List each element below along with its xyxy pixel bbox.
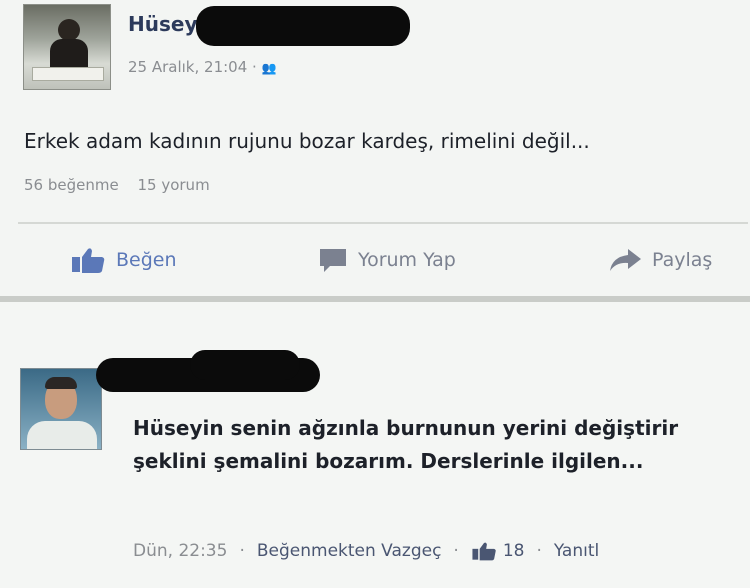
comment-card: Hüseyin senin ağzınla burnunun yerini de…	[0, 302, 750, 588]
thumbs-up-icon	[70, 246, 106, 274]
unlike-button[interactable]: Beğenmekten Vazgeç	[257, 541, 442, 561]
share-arrow-icon	[608, 246, 642, 274]
post-meta: 25 Aralık, 21:04 · 👥	[128, 58, 277, 76]
post-actions: Beğen Yorum Yap Paylaş	[0, 238, 750, 282]
thumbs-up-icon	[472, 542, 496, 561]
like-label: Beğen	[116, 249, 177, 271]
comment-like-number: 18	[502, 541, 525, 561]
friends-icon[interactable]: 👥	[262, 61, 277, 75]
speech-bubble-icon	[318, 246, 348, 274]
divider	[18, 222, 748, 224]
commenter-avatar[interactable]	[20, 368, 102, 450]
like-count[interactable]: 56 beğenme	[24, 176, 119, 194]
comment-text: Hüseyin senin ağzınla burnunun yerini de…	[133, 416, 679, 473]
post-stats: 56 beğenme 15 yorum	[24, 176, 210, 194]
meta-dot: ·	[536, 541, 542, 561]
reply-button[interactable]: Yanıtl	[554, 541, 599, 561]
comment-timestamp[interactable]: Dün, 22:35	[133, 541, 227, 561]
meta-dot: ·	[239, 541, 245, 561]
post-timestamp[interactable]: 25 Aralık, 21:04	[128, 58, 247, 76]
comment-count[interactable]: 15 yorum	[137, 176, 209, 194]
post-text: Erkek adam kadının rujunu bozar kardeş, …	[24, 129, 590, 153]
comment-like-count[interactable]: 18	[471, 540, 525, 562]
like-button[interactable]: Beğen	[70, 238, 177, 282]
author-name[interactable]: Hüseyi	[128, 12, 204, 36]
comment-label: Yorum Yap	[358, 249, 456, 271]
avatar-table	[32, 67, 104, 81]
meta-separator: ·	[252, 58, 262, 76]
name-redaction	[196, 6, 410, 46]
commenter-name-redaction-2	[190, 350, 300, 380]
post-card: Hüseyi 25 Aralık, 21:04 · 👥 Erkek adam k…	[0, 0, 750, 296]
comment-button[interactable]: Yorum Yap	[318, 238, 456, 282]
author-avatar[interactable]	[23, 4, 111, 90]
meta-dot: ·	[453, 541, 459, 561]
share-button[interactable]: Paylaş	[608, 238, 712, 282]
avatar-person-head	[58, 19, 80, 41]
share-label: Paylaş	[652, 249, 713, 271]
comment-meta: Dün, 22:35 · Beğenmekten Vazgeç · 18 · Y…	[133, 540, 599, 562]
avatar-hair	[45, 377, 77, 389]
avatar-shirt	[27, 421, 97, 449]
